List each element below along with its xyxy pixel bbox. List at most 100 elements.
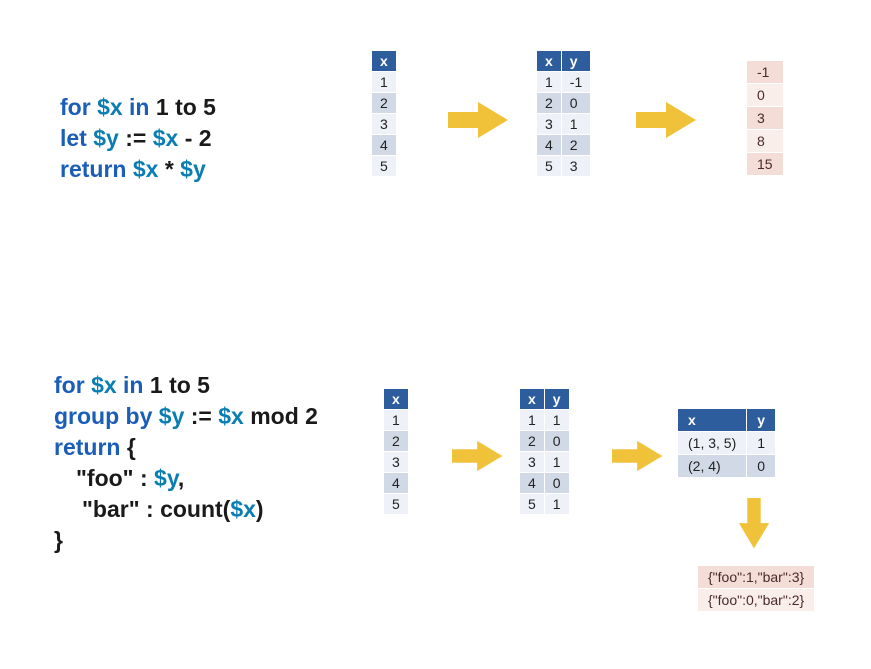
result-row: 15 [747,153,784,176]
colon: : [140,465,148,491]
cell: 4 [372,135,397,156]
result-cell: 15 [747,153,784,176]
expr: 1 to 5 [156,94,216,120]
variable: $x [218,403,244,429]
cell: 4 [384,473,409,494]
result-cell: 3 [747,107,784,130]
code-line: "foo" : $y, [54,463,318,494]
keyword: return [54,434,120,460]
table-row: 5 [384,494,409,515]
cell: 2 [561,135,590,156]
column-header: y [561,51,590,72]
keyword: return [60,156,126,182]
table-row: 5 [372,156,397,177]
table-row: 51 [520,494,570,515]
cell: 1 [747,432,776,455]
variable: $x [153,125,179,151]
cell: 0 [544,473,569,494]
result-cell: {"foo":1,"bar":3} [698,566,815,589]
table-row: 1 [372,72,397,93]
table-row: 20 [537,93,591,114]
cell: 3 [561,156,590,177]
cell: 1 [544,452,569,473]
table-row: (1, 3, 5)1 [678,432,776,455]
result-row: -1 [747,61,784,84]
cell: 5 [537,156,562,177]
cell: 1 [544,494,569,515]
cell: 3 [384,452,409,473]
result-cell: {"foo":0,"bar":2} [698,589,815,612]
cell: 1 [384,410,409,431]
table-row: 31 [537,114,591,135]
result-row: {"foo":0,"bar":2} [698,589,815,612]
cell: 4 [537,135,562,156]
cell: 3 [520,452,545,473]
op: := [191,403,212,429]
brace: } [54,527,63,553]
cell: -1 [561,72,590,93]
expr: 1 to 5 [150,372,210,398]
cell: 5 [384,494,409,515]
cell: 5 [372,156,397,177]
keyword: let [60,125,87,151]
cell: (2, 4) [678,455,747,478]
variable: $x [230,496,256,522]
result-cell: 0 [747,84,784,107]
cell: 1 [372,72,397,93]
arrow-right-icon [452,438,504,474]
code-line: for $x in 1 to 5 [60,92,216,123]
keyword: for [54,372,85,398]
cell: 2 [537,93,562,114]
arrow-right-icon [636,100,698,140]
column-header: x [384,389,409,410]
comma: , [178,465,184,491]
op: * [165,156,174,182]
table-row: 42 [537,135,591,156]
result-table-ex2: {"foo":1,"bar":3}{"foo":0,"bar":2} [697,565,815,612]
variable: $x [97,94,123,120]
keyword: in [123,372,143,398]
table-row: 2 [372,93,397,114]
cell: 0 [747,455,776,478]
result-row: 0 [747,84,784,107]
table-row: 20 [520,431,570,452]
table-row: 4 [384,473,409,494]
keyword: group by [54,403,152,429]
key: "bar" [82,496,140,522]
cell: 0 [544,431,569,452]
code-line: for $x in 1 to 5 [54,370,318,401]
variable: $x [133,156,159,182]
table-xy-ex2: xy1120314051 [519,388,570,515]
code-line: group by $y := $x mod 2 [54,401,318,432]
cell: 2 [520,431,545,452]
code-line: let $y := $x - 2 [60,123,216,154]
column-header: x [678,409,747,432]
table-row: 40 [520,473,570,494]
keyword: for [60,94,91,120]
arrow-right-icon [448,100,510,140]
variable: $y [159,403,185,429]
cell: 1 [544,410,569,431]
result-cell: 8 [747,130,784,153]
code-line: return $x * $y [60,154,216,185]
table-grouped-ex2: xy(1, 3, 5)1(2, 4)0 [677,408,776,478]
variable: $y [154,465,178,491]
table-x-ex1: x12345 [371,50,397,177]
table-row: 3 [384,452,409,473]
table-row: 11 [520,410,570,431]
table-x-ex2: x12345 [383,388,409,515]
code-line: "bar" : count($x) [54,494,318,525]
keyword: in [129,94,149,120]
close: ) [256,496,264,522]
cell: 0 [561,93,590,114]
cell: 3 [537,114,562,135]
table-row: 1 [384,410,409,431]
code-example-1: for $x in 1 to 5 let $y := $x - 2 return… [60,92,216,185]
cell: 5 [520,494,545,515]
variable: $y [93,125,119,151]
expr: mod 2 [250,403,318,429]
variable: $x [91,372,117,398]
result-row: 3 [747,107,784,130]
code-line: } [54,525,318,556]
table-xy-ex1: xy1-120314253 [536,50,591,177]
